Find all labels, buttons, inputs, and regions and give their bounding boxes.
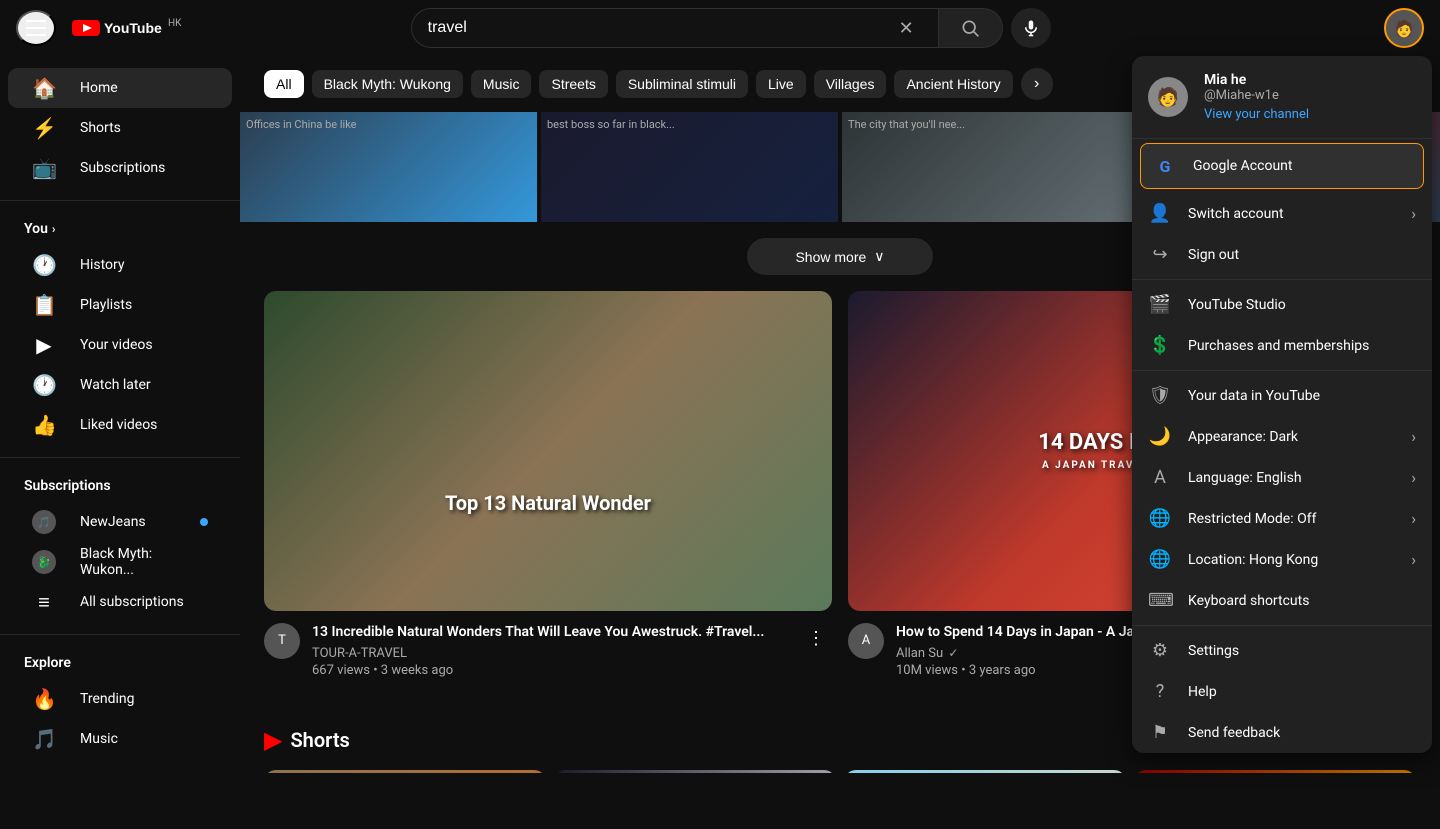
dropdown-appearance[interactable]: 🌙 Appearance: Dark › <box>1132 416 1432 457</box>
keyboard-icon: ⌨ <box>1148 590 1172 611</box>
dropdown-youtube-studio-label: YouTube Studio <box>1188 297 1416 313</box>
dropdown-send-feedback-label: Send feedback <box>1188 725 1416 741</box>
dropdown-divider-3 <box>1132 625 1432 626</box>
dropdown-help[interactable]: ? Help <box>1132 671 1432 712</box>
dropdown-user-info: Mia he @Miahe-w1e View your channel <box>1204 72 1416 122</box>
dropdown-user-section: 🧑 Mia he @Miahe-w1e View your channel <box>1132 56 1432 139</box>
dropdown-sign-out-label: Sign out <box>1188 247 1416 263</box>
location-icon: 🌐 <box>1148 549 1172 570</box>
appearance-chevron: › <box>1411 427 1416 446</box>
restricted-mode-icon: 🌐 <box>1148 508 1172 529</box>
dropdown-user-avatar: 🧑 <box>1148 77 1188 117</box>
dropdown-youtube-studio[interactable]: 🎬 YouTube Studio <box>1132 284 1432 325</box>
dropdown-view-channel[interactable]: View your channel <box>1204 107 1416 122</box>
dropdown-google-account[interactable]: G Google Account <box>1140 143 1424 189</box>
dropdown-appearance-label: Appearance: Dark <box>1188 429 1395 445</box>
dropdown-location-label: Location: Hong Kong <box>1188 552 1395 568</box>
dropdown-your-data[interactable]: 🛡 Your data in YouTube <box>1132 375 1432 416</box>
dropdown-sign-out[interactable]: ↪ Sign out <box>1132 234 1432 275</box>
your-data-icon: 🛡 <box>1148 385 1172 406</box>
dropdown-location[interactable]: 🌐 Location: Hong Kong › <box>1132 539 1432 580</box>
dropdown-switch-account-label: Switch account <box>1188 206 1395 222</box>
youtube-studio-icon: 🎬 <box>1148 294 1172 315</box>
dropdown-purchases[interactable]: 💲 Purchases and memberships <box>1132 325 1432 366</box>
sign-out-icon: ↪ <box>1148 244 1172 265</box>
dropdown-language-label: Language: English <box>1188 470 1395 486</box>
dropdown-purchases-label: Purchases and memberships <box>1188 338 1416 354</box>
purchases-icon: 💲 <box>1148 335 1172 356</box>
dropdown-overlay[interactable]: 🧑 Mia he @Miahe-w1e View your channel G … <box>0 0 1440 773</box>
dropdown-menu: 🧑 Mia he @Miahe-w1e View your channel G … <box>1132 56 1432 753</box>
switch-account-icon: 👤 <box>1148 203 1172 224</box>
send-feedback-icon: ⚑ <box>1148 722 1172 743</box>
dropdown-your-data-label: Your data in YouTube <box>1188 388 1416 404</box>
switch-account-chevron: › <box>1411 204 1416 223</box>
dropdown-handle: @Miahe-w1e <box>1204 88 1416 103</box>
settings-icon: ⚙ <box>1148 640 1172 661</box>
dropdown-settings[interactable]: ⚙ Settings <box>1132 630 1432 671</box>
dropdown-keyboard-shortcuts[interactable]: ⌨ Keyboard shortcuts <box>1132 580 1432 621</box>
language-chevron: › <box>1411 468 1416 487</box>
dropdown-username: Mia he <box>1204 72 1416 88</box>
dropdown-google-account-label: Google Account <box>1193 158 1411 174</box>
dropdown-settings-label: Settings <box>1188 643 1416 659</box>
language-icon: A <box>1148 467 1172 488</box>
help-icon: ? <box>1148 681 1172 702</box>
dropdown-switch-account[interactable]: 👤 Switch account › <box>1132 193 1432 234</box>
restricted-mode-chevron: › <box>1411 509 1416 528</box>
appearance-icon: 🌙 <box>1148 426 1172 447</box>
dropdown-language[interactable]: A Language: English › <box>1132 457 1432 498</box>
dropdown-help-label: Help <box>1188 684 1416 700</box>
dropdown-divider-2 <box>1132 370 1432 371</box>
location-chevron: › <box>1411 550 1416 569</box>
dropdown-divider-1 <box>1132 279 1432 280</box>
google-icon: G <box>1153 154 1177 178</box>
dropdown-restricted-mode[interactable]: 🌐 Restricted Mode: Off › <box>1132 498 1432 539</box>
dropdown-keyboard-shortcuts-label: Keyboard shortcuts <box>1188 593 1416 609</box>
dropdown-restricted-mode-label: Restricted Mode: Off <box>1188 511 1395 527</box>
dropdown-send-feedback[interactable]: ⚑ Send feedback <box>1132 712 1432 753</box>
